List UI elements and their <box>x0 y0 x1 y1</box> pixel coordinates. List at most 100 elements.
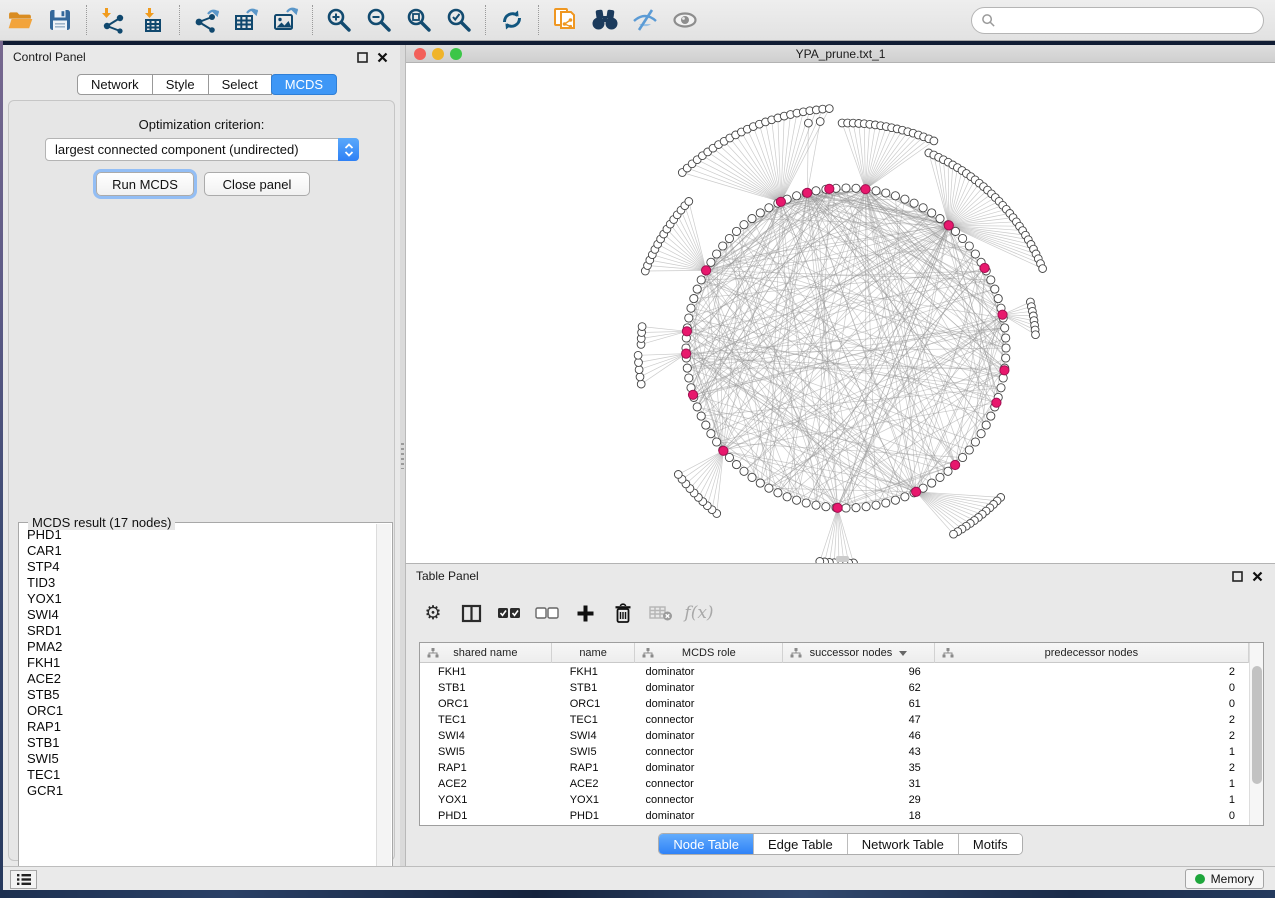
table-row[interactable]: PHD1PHD1dominator180 <box>420 808 1249 824</box>
tab-node-table[interactable]: Node Table <box>659 834 753 854</box>
cell: STB1 <box>552 680 636 696</box>
minimize-window-traffic-icon[interactable] <box>432 48 444 60</box>
mcds-result-item[interactable]: YOX1 <box>20 591 376 607</box>
cell: SWI4 <box>420 728 552 744</box>
task-history-button[interactable] <box>10 870 37 889</box>
column-header-predecessor-nodes[interactable]: predecessor nodes <box>935 643 1249 663</box>
mcds-result-item[interactable]: STB1 <box>20 735 376 751</box>
tab-style[interactable]: Style <box>153 74 209 95</box>
mcds-result-item[interactable]: SWI4 <box>20 607 376 623</box>
table-row[interactable]: RAP1RAP1dominator352 <box>420 760 1249 776</box>
column-header-shared-name[interactable]: shared name <box>420 643 552 663</box>
cell: 2 <box>935 712 1249 728</box>
mcds-result-item[interactable]: STB5 <box>20 687 376 703</box>
first-neighbors-button[interactable] <box>588 4 622 36</box>
column-header-MCDS-role[interactable]: MCDS role <box>635 643 783 663</box>
mcds-result-item[interactable]: ACE2 <box>20 671 376 687</box>
tab-mcds[interactable]: MCDS <box>271 74 337 95</box>
maximize-window-traffic-icon[interactable] <box>450 48 462 60</box>
run-mcds-button[interactable]: Run MCDS <box>96 172 194 196</box>
canvas-grip-icon[interactable] <box>836 556 849 562</box>
table-row[interactable]: ACE2ACE2connector311 <box>420 776 1249 792</box>
delete-table-icon <box>649 605 673 622</box>
fx-icon: f(x) <box>684 603 713 623</box>
export-table-icon <box>232 6 260 34</box>
tab-network-table[interactable]: Network Table <box>847 834 958 854</box>
memory-button[interactable]: Memory <box>1185 869 1264 889</box>
import-network-button[interactable] <box>96 4 130 36</box>
table-row[interactable]: FKH1FKH1dominator962 <box>420 664 1249 680</box>
refresh-layout-button[interactable] <box>495 4 529 36</box>
delete-column-button[interactable] <box>604 595 642 631</box>
tab-select[interactable]: Select <box>209 74 272 95</box>
tab-motifs[interactable]: Motifs <box>958 834 1022 854</box>
close-panel-icon[interactable] <box>374 49 390 65</box>
export-network-button[interactable] <box>189 4 223 36</box>
add-column-button[interactable] <box>566 595 604 631</box>
criterion-dropdown[interactable]: largest connected component (undirected) <box>45 138 359 161</box>
tab-network[interactable]: Network <box>77 74 153 95</box>
import-table-button[interactable] <box>136 4 170 36</box>
deselect-all-button[interactable] <box>528 595 566 631</box>
cell: FKH1 <box>420 664 552 680</box>
table-row[interactable]: STB1STB1dominator620 <box>420 680 1249 696</box>
mcds-result-item[interactable]: SRD1 <box>20 623 376 639</box>
close-window-traffic-icon[interactable] <box>414 48 426 60</box>
table-row[interactable]: YOX1YOX1connector291 <box>420 792 1249 808</box>
mcds-result-item[interactable]: PHD1 <box>20 527 376 543</box>
zoom-fit-button[interactable] <box>402 4 436 36</box>
cell: RAP1 <box>420 760 552 776</box>
cell: SWI5 <box>420 744 552 760</box>
toolbar-separator <box>312 5 313 35</box>
mcds-result-item[interactable]: RAP1 <box>20 719 376 735</box>
float-table-panel-icon[interactable] <box>1229 568 1245 584</box>
tab-edge-table[interactable]: Edge Table <box>753 834 847 854</box>
mcds-result-item[interactable]: STP4 <box>20 559 376 575</box>
export-image-button[interactable] <box>269 4 303 36</box>
table-row[interactable]: TEC1TEC1connector472 <box>420 712 1249 728</box>
toolbar-separator <box>179 5 180 35</box>
mcds-result-item[interactable]: TID3 <box>20 575 376 591</box>
table-scrollbar-thumb[interactable] <box>1252 666 1262 784</box>
gear-icon: ⚙ <box>424 602 441 624</box>
mcds-result-item[interactable]: SWI5 <box>20 751 376 767</box>
network-window-titlebar[interactable]: YPA_prune.txt_1 <box>406 45 1275 63</box>
node-table-rows: FKH1FKH1dominator962STB1STB1dominator620… <box>420 664 1249 825</box>
show-all-button[interactable] <box>668 4 702 36</box>
table-scrollbar[interactable] <box>1249 643 1263 825</box>
zoom-out-button[interactable] <box>362 4 396 36</box>
select-all-button[interactable] <box>490 595 528 631</box>
mcds-result-item[interactable]: PMA2 <box>20 639 376 655</box>
mcds-result-item[interactable]: FKH1 <box>20 655 376 671</box>
close-panel-button[interactable]: Close panel <box>204 172 310 196</box>
table-settings-button[interactable]: ⚙ <box>414 595 452 631</box>
mcds-result-item[interactable]: GCR1 <box>20 783 376 799</box>
clone-network-button[interactable] <box>548 4 582 36</box>
open-session-button[interactable] <box>3 4 37 36</box>
network-canvas[interactable] <box>406 63 1275 563</box>
control-panel: Control Panel NetworkStyleSelectMCDS Opt… <box>3 45 400 866</box>
close-table-panel-icon[interactable] <box>1249 568 1265 584</box>
zoom-in-icon <box>325 6 353 34</box>
float-panel-icon[interactable] <box>354 49 370 65</box>
export-table-button[interactable] <box>229 4 263 36</box>
table-row[interactable]: ORC1ORC1dominator610 <box>420 696 1249 712</box>
table-row[interactable]: SWI5SWI5connector431 <box>420 744 1249 760</box>
cell: 2 <box>935 760 1249 776</box>
zoom-in-button[interactable] <box>322 4 356 36</box>
column-header-name[interactable]: name <box>552 643 636 663</box>
control-panel-header: Control Panel <box>3 45 400 69</box>
cell: dominator <box>636 808 784 824</box>
column-visibility-button[interactable] <box>452 595 490 631</box>
table-row[interactable]: SWI4SWI4dominator462 <box>420 728 1249 744</box>
network-search-box[interactable] <box>971 7 1264 34</box>
column-header-successor-nodes[interactable]: successor nodes <box>783 643 935 663</box>
mcds-list-scrollbar[interactable] <box>376 524 391 893</box>
mcds-result-item[interactable]: TEC1 <box>20 767 376 783</box>
hide-selected-button[interactable] <box>628 4 662 36</box>
search-input[interactable] <box>1002 11 1263 31</box>
save-session-button[interactable] <box>43 4 77 36</box>
mcds-result-item[interactable]: CAR1 <box>20 543 376 559</box>
zoom-selected-button[interactable] <box>442 4 476 36</box>
mcds-result-item[interactable]: ORC1 <box>20 703 376 719</box>
